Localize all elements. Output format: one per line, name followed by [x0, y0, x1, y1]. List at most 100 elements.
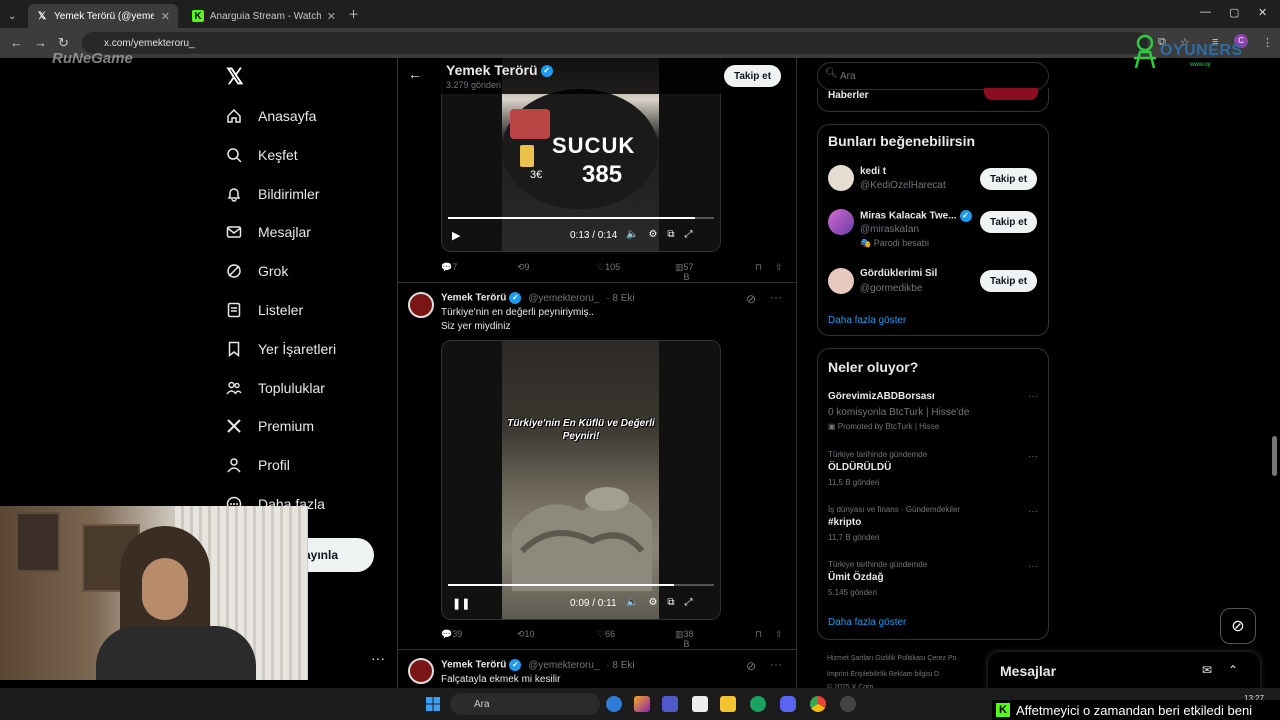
grok-floating-icon[interactable]: ⊘ [1220, 608, 1256, 644]
views-icon[interactable]: ▥ 57 B [675, 262, 694, 282]
address-bar[interactable]: x.com/yemekteroru_ [82, 32, 1148, 54]
repost-icon[interactable]: ⟲ 9 [517, 262, 530, 273]
new-message-icon[interactable]: ✉ [1202, 663, 1212, 677]
forward-icon[interactable]: → [34, 35, 47, 50]
x-logo-icon[interactable]: 𝕏 [226, 66, 248, 88]
back-arrow-icon[interactable]: ← [408, 66, 422, 82]
play-icon[interactable]: ▶ [452, 229, 460, 242]
video-control-icons[interactable]: 🔈⚙⧉⤢ [626, 597, 703, 608]
reload-icon[interactable]: ↻ [58, 35, 69, 51]
account-more-icon[interactable]: ··· [371, 650, 385, 666]
views-icon[interactable]: ▥ 38 B [675, 629, 694, 649]
edge-dev-icon[interactable] [606, 696, 622, 712]
menu-icon[interactable]: ⋮ [1262, 36, 1273, 49]
suggestion-follow-button[interactable]: Takip et [980, 211, 1038, 233]
suggestion-avatar[interactable] [828, 165, 854, 191]
nav-item-search[interactable]: Keşfet [226, 143, 298, 167]
trend-more-icon[interactable]: ··· [1028, 561, 1038, 572]
suggestion-name[interactable]: kedi t [860, 166, 886, 177]
nav-item-bookmark[interactable]: Yer İşaretleri [226, 337, 336, 361]
tab-label: Yemek Terörü (@yemekter... [54, 10, 154, 22]
reply-icon[interactable]: 💬 39 [441, 629, 462, 640]
trend-title[interactable]: #kripto [828, 517, 861, 528]
suggestion-name[interactable]: Gördüklerimi Sil [860, 268, 937, 279]
nav-item-grok[interactable]: Grok [226, 259, 288, 283]
video-controls: ❚❚ 0:09 / 0:11 🔈⚙⧉⤢ [442, 595, 720, 613]
expand-up-icon[interactable]: ⌃ [1228, 663, 1238, 677]
tweet-more-icon[interactable]: ··· [770, 290, 782, 304]
store-icon[interactable] [692, 696, 708, 712]
grok-icon[interactable]: ⊘ [746, 659, 756, 673]
show-more-link[interactable]: Daha fazla göster [828, 315, 906, 326]
back-icon[interactable]: ← [10, 35, 23, 50]
trend-more-icon[interactable]: ··· [1028, 451, 1038, 462]
tweet-author[interactable]: Yemek Terörü ✓ @yemekteroru_ · 8 Eki [441, 659, 635, 671]
close-icon[interactable]: ✕ [327, 10, 336, 23]
windows-start-icon[interactable] [426, 697, 440, 711]
minimize-icon[interactable]: — [1200, 6, 1211, 18]
grok-icon[interactable]: ⊘ [746, 292, 756, 306]
suggestion-name[interactable]: Miras Kalacak Twe... ✓ [860, 210, 972, 222]
close-icon[interactable]: ✕ [161, 10, 170, 23]
search-icon [227, 148, 242, 163]
bookmark-icon[interactable]: ⊓ [755, 629, 762, 640]
profile-timeline: ← Yemek Terörü ✓ 3.279 gönderi Takip et S… [397, 58, 797, 688]
tweet-avatar[interactable] [408, 658, 434, 684]
share-icon[interactable]: ⇧ [775, 629, 783, 640]
messages-drawer[interactable]: Mesajlar ✉ ⌃ [988, 652, 1260, 690]
nav-item-profile[interactable]: Profil [226, 453, 290, 477]
tab-search-button[interactable]: ⌄ [4, 4, 24, 28]
video-control-icons[interactable]: 🔈⚙⧉⤢ [626, 229, 703, 240]
nav-item-home[interactable]: Anasayfa [226, 104, 316, 128]
tab-active[interactable]: 𝕏 Yemek Terörü (@yemekter... ✕ [28, 4, 178, 28]
share-icon[interactable]: ⇧ [775, 262, 783, 273]
suggestion-avatar[interactable] [828, 268, 854, 294]
reply-icon[interactable]: 💬 7 [441, 262, 457, 273]
tweet-video[interactable]: Türkiye'nin En Küflü ve Değerli Peyniri!… [441, 340, 721, 620]
video-progress-bar[interactable] [448, 217, 714, 219]
tab-inactive[interactable]: K Anarguia Stream - Watch Live o... ✕ [184, 4, 344, 28]
bookmark-icon[interactable]: ⊓ [755, 262, 762, 273]
chrome-icon[interactable] [810, 696, 826, 712]
app-icon[interactable] [840, 696, 856, 712]
footer-links[interactable]: Imprint Erişilebilirlik Reklam bilgisi D [827, 671, 939, 678]
show-more-link[interactable]: Daha fazla göster [828, 617, 906, 628]
trend-more-icon[interactable]: ··· [1028, 391, 1038, 402]
oyuners-logo-sub: www.oy [1190, 62, 1211, 68]
copilot-icon[interactable] [634, 696, 650, 712]
trend-title[interactable]: ÖLDÜRÜLDÜ [828, 462, 891, 473]
like-icon[interactable]: ♡ 105 [597, 262, 620, 273]
follow-button[interactable]: Takip et [724, 65, 782, 87]
taskbar-search[interactable]: Ara [450, 693, 600, 715]
suggestion-follow-button[interactable]: Takip et [980, 168, 1038, 190]
discord-icon[interactable] [780, 696, 796, 712]
search-input[interactable]: Ara [817, 62, 1049, 90]
repost-icon[interactable]: ⟲ 10 [517, 629, 535, 640]
folder-icon[interactable] [720, 696, 736, 712]
trend-more-icon[interactable]: ··· [1028, 506, 1038, 517]
tweet-author[interactable]: Yemek Terörü ✓ @yemekteroru_ · 8 Eki [441, 292, 635, 304]
edge-icon[interactable] [750, 696, 766, 712]
nav-item-x[interactable]: Premium [226, 414, 314, 438]
nav-item-mail[interactable]: Mesajlar [226, 220, 311, 244]
pause-icon[interactable]: ❚❚ [452, 597, 470, 610]
video-progress-bar[interactable] [448, 584, 714, 586]
oyuners-logo: OYUNERS www.oy [1130, 34, 1260, 74]
nav-item-bell[interactable]: Bildirimler [226, 182, 319, 206]
page-scrollbar[interactable] [1271, 58, 1279, 688]
trend-title[interactable]: Ümit Özdağ [828, 572, 884, 583]
trend-title[interactable]: GörevimizABDBorsası [828, 391, 935, 402]
suggestion-follow-button[interactable]: Takip et [980, 270, 1038, 292]
tweet-date: · 8 Eki [606, 292, 635, 304]
nav-item-list[interactable]: Listeler [226, 298, 303, 322]
teams-icon[interactable] [662, 696, 678, 712]
like-icon[interactable]: ♡ 66 [597, 629, 615, 640]
tweet-avatar[interactable] [408, 292, 434, 318]
footer-links[interactable]: Hizmet Şartları Gizlilik Politikası Çere… [827, 655, 957, 662]
window-close-icon[interactable]: ✕ [1258, 6, 1267, 19]
suggestion-avatar[interactable] [828, 209, 854, 235]
tweet-more-icon[interactable]: ··· [770, 657, 782, 671]
maximize-icon[interactable]: ▢ [1229, 6, 1239, 19]
new-tab-button[interactable]: ＋ [348, 6, 359, 22]
nav-item-communities[interactable]: Topluluklar [226, 376, 325, 400]
